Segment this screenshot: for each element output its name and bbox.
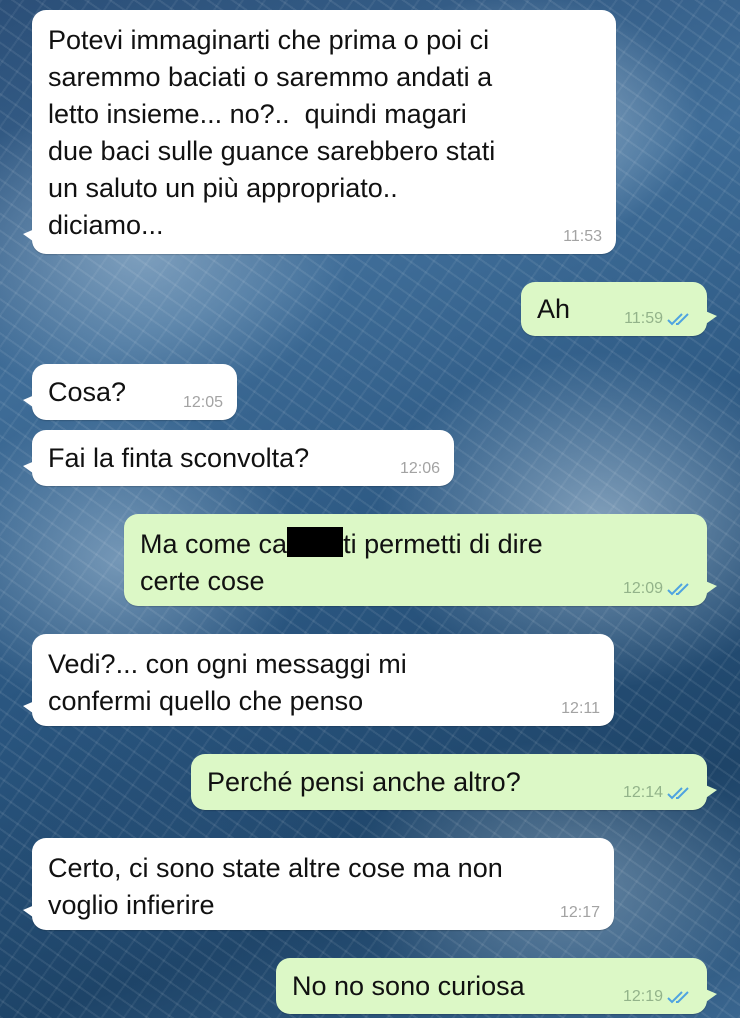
double-check-icon (667, 312, 693, 326)
message-incoming[interactable]: Certo, ci sono state altre cose ma non v… (23, 838, 614, 930)
message-text: Vedi?... con ogni messaggi mi confermi q… (48, 649, 407, 716)
message-outgoing[interactable]: Perché pensi anche altro? 12:14 (191, 754, 717, 810)
message-time: 12:19 (622, 988, 663, 1005)
message-outgoing[interactable]: No no sono curiosa 12:19 (276, 958, 717, 1014)
message-time: 12:09 (622, 580, 663, 597)
message-text: Fai la finta sconvolta? (48, 443, 310, 473)
message-time: 12:17 (559, 904, 600, 921)
message-incoming[interactable]: Fai la finta sconvolta? 12:06 (23, 430, 454, 486)
message-text: Certo, ci sono state altre cose ma non v… (48, 853, 503, 920)
message-incoming[interactable]: Potevi immaginarti che prima o poi ci sa… (23, 10, 616, 254)
double-check-icon (667, 786, 693, 800)
message-time: 12:14 (622, 784, 663, 801)
message-text: Perché pensi anche altro? (207, 767, 521, 797)
message-time: 12:05 (182, 394, 223, 411)
message-incoming[interactable]: Cosa? 12:05 (23, 364, 237, 420)
redaction-box (287, 527, 344, 557)
message-outgoing[interactable]: Ma come ca ti permetti di dire certe cose… (124, 514, 717, 606)
double-check-icon (667, 582, 693, 596)
message-outgoing[interactable]: Ah 11:59 (521, 282, 717, 336)
message-time: 11:59 (624, 310, 663, 327)
double-check-icon (667, 990, 693, 1004)
message-time: 11:53 (563, 228, 602, 245)
message-text: Potevi immaginarti che prima o poi ci sa… (48, 25, 496, 240)
message-time: 12:06 (399, 460, 440, 477)
message-incoming[interactable]: Vedi?... con ogni messaggi mi confermi q… (23, 634, 614, 726)
message-text-before: Ma come ca (140, 529, 288, 559)
message-time: 12:11 (561, 700, 600, 717)
